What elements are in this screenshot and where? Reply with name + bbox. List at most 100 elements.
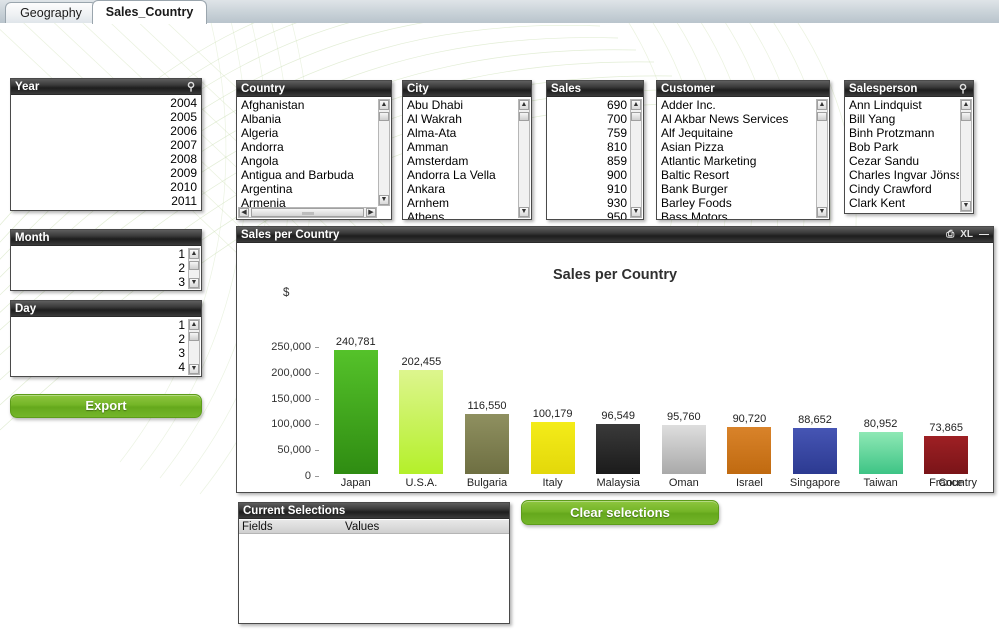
listbox-body[interactable]: 2004 2005 2006 2007 2008 2009 2010 2011 [11, 96, 201, 210]
list-item[interactable]: Amman [405, 140, 517, 154]
export-button[interactable]: Export [10, 394, 202, 418]
list-item[interactable]: Asian Pizza [659, 140, 815, 154]
scroll-down-icon[interactable]: ▼ [519, 207, 529, 217]
list-item[interactable]: 910 [549, 182, 629, 196]
list-item[interactable]: Al Akbar News Services [659, 112, 815, 126]
bar-column[interactable]: 202,455U.S.A. [399, 370, 443, 474]
search-icon[interactable]: ⚲ [185, 80, 197, 94]
scroll-down-icon[interactable]: ▼ [189, 364, 199, 374]
list-item[interactable]: Albania [239, 112, 377, 126]
listbox-horizontal-scrollbar[interactable]: ◀ ▶ [238, 207, 377, 218]
current-selections-panel[interactable]: Current Selections Fields Values [238, 502, 510, 624]
list-item[interactable]: Baltic Resort [659, 168, 815, 182]
listbox-day[interactable]: Day 1 2 3 4 ▲ ▼ [10, 300, 202, 377]
list-item[interactable]: Bass Motors [659, 210, 815, 219]
tab-sales-country[interactable]: Sales_Country [92, 0, 207, 24]
scrollbar-thumb[interactable] [961, 112, 971, 121]
list-item[interactable]: Alma-Ata [405, 126, 517, 140]
listbox-customer[interactable]: Customer Adder Inc. Al Akbar News Servic… [656, 80, 830, 220]
scrollbar-thumb[interactable] [189, 332, 199, 341]
listbox-salesperson[interactable]: Salesperson ⚲ Ann Lindquist Bill Yang Bi… [844, 80, 974, 214]
list-item[interactable]: 759 [549, 126, 629, 140]
list-item[interactable]: 900 [549, 168, 629, 182]
listbox-vertical-scrollbar[interactable]: ▲ ▼ [960, 99, 972, 212]
listbox-vertical-scrollbar[interactable]: ▲ ▼ [816, 99, 828, 218]
bar-column[interactable]: 90,720Israel [727, 427, 771, 474]
listbox-body[interactable]: 1 2 3 4 ▲ ▼ [11, 247, 201, 290]
bar-rect[interactable] [334, 350, 378, 474]
listbox-vertical-scrollbar[interactable]: ▲ ▼ [518, 99, 530, 218]
scrollbar-thumb[interactable] [251, 208, 364, 217]
list-item[interactable]: 3 [13, 346, 187, 360]
scroll-up-icon[interactable]: ▲ [379, 100, 389, 110]
listbox-vertical-scrollbar[interactable]: ▲ ▼ [188, 319, 200, 375]
list-item[interactable]: 690 [549, 98, 629, 112]
minimize-icon[interactable]: — [979, 229, 989, 241]
bar-rect[interactable] [924, 436, 968, 474]
scrollbar-thumb[interactable] [519, 112, 529, 121]
scroll-left-icon[interactable]: ◀ [239, 208, 249, 217]
current-selections-body[interactable] [239, 534, 509, 623]
list-item[interactable]: Cindy Crawford [847, 182, 959, 196]
listbox-body[interactable]: 690 700 759 810 859 900 910 930 950 ▲ ▼ [547, 98, 643, 219]
list-item[interactable]: 4 [13, 360, 187, 374]
scrollbar-thumb[interactable] [817, 112, 827, 121]
list-item[interactable]: Argentina [239, 182, 377, 196]
list-item[interactable]: 1 [13, 318, 187, 332]
list-item[interactable]: 2007 [13, 138, 199, 152]
clear-selections-button[interactable]: Clear selections [521, 500, 719, 525]
print-icon[interactable]: ⎙ [946, 229, 954, 241]
listbox-month[interactable]: Month 1 2 3 4 ▲ ▼ [10, 229, 202, 291]
list-item[interactable]: Bob Park [847, 140, 959, 154]
tab-geography[interactable]: Geography [5, 2, 97, 23]
bar-column[interactable]: 240,781Japan [334, 350, 378, 474]
list-item[interactable]: Algeria [239, 126, 377, 140]
list-item[interactable]: Alf Jequitaine [659, 126, 815, 140]
list-item[interactable]: 2 [13, 332, 187, 346]
bar-column[interactable]: 80,952Taiwan [859, 432, 903, 474]
listbox-sales[interactable]: Sales 690 700 759 810 859 900 910 930 95… [546, 80, 644, 220]
search-icon[interactable]: ⚲ [957, 82, 969, 96]
list-item[interactable]: 1 [13, 247, 187, 261]
list-item[interactable]: Binh Protzmann [847, 126, 959, 140]
list-item[interactable]: Antigua and Barbuda [239, 168, 377, 182]
export-to-excel-icon[interactable]: XL [960, 229, 973, 241]
list-item[interactable]: Andorra La Vella [405, 168, 517, 182]
bar-column[interactable]: 88,652Singapore [793, 428, 837, 474]
scrollbar-thumb[interactable] [189, 261, 199, 270]
list-item[interactable]: Bank Burger [659, 182, 815, 196]
list-item[interactable]: 2008 [13, 152, 199, 166]
listbox-vertical-scrollbar[interactable]: ▲ ▼ [630, 99, 642, 218]
list-item[interactable]: Cezar Sandu [847, 154, 959, 168]
list-item[interactable]: Adder Inc. [659, 98, 815, 112]
bar-column[interactable]: 95,760Oman [662, 425, 706, 474]
list-item[interactable]: 930 [549, 196, 629, 210]
list-item[interactable]: 3 [13, 275, 187, 289]
bar-column[interactable]: 96,549Malaysia [596, 424, 640, 474]
listbox-body[interactable]: 1 2 3 4 ▲ ▼ [11, 318, 201, 376]
scroll-up-icon[interactable]: ▲ [519, 100, 529, 110]
listbox-body[interactable]: Ann Lindquist Bill Yang Binh Protzmann B… [845, 98, 973, 213]
list-item[interactable]: 2011 [13, 194, 199, 208]
list-item[interactable]: 700 [549, 112, 629, 126]
listbox-city[interactable]: City Abu Dhabi Al Wakrah Alma-Ata Amman … [402, 80, 532, 220]
list-item[interactable]: Andorra [239, 140, 377, 154]
listbox-country[interactable]: Country Afghanistan Albania Algeria Ando… [236, 80, 392, 220]
scroll-down-icon[interactable]: ▼ [961, 201, 971, 211]
scroll-down-icon[interactable]: ▼ [189, 278, 199, 288]
scroll-up-icon[interactable]: ▲ [189, 320, 199, 330]
scroll-down-icon[interactable]: ▼ [817, 207, 827, 217]
scroll-up-icon[interactable]: ▲ [961, 100, 971, 110]
bar-column[interactable]: 100,179Italy [531, 422, 575, 474]
list-item[interactable]: Arnhem [405, 196, 517, 210]
listbox-body[interactable]: Adder Inc. Al Akbar News Services Alf Je… [657, 98, 829, 219]
list-item[interactable]: Abu Dhabi [405, 98, 517, 112]
list-item[interactable]: Atlantic Marketing [659, 154, 815, 168]
list-item[interactable]: Armenia [239, 196, 377, 207]
bar-rect[interactable] [793, 428, 837, 474]
bar-column[interactable]: 73,865France [924, 436, 968, 474]
list-item[interactable]: 4 [13, 289, 187, 290]
list-item[interactable]: Athens [405, 210, 517, 219]
bar-rect[interactable] [465, 414, 509, 474]
scrollbar-thumb[interactable] [379, 112, 389, 121]
